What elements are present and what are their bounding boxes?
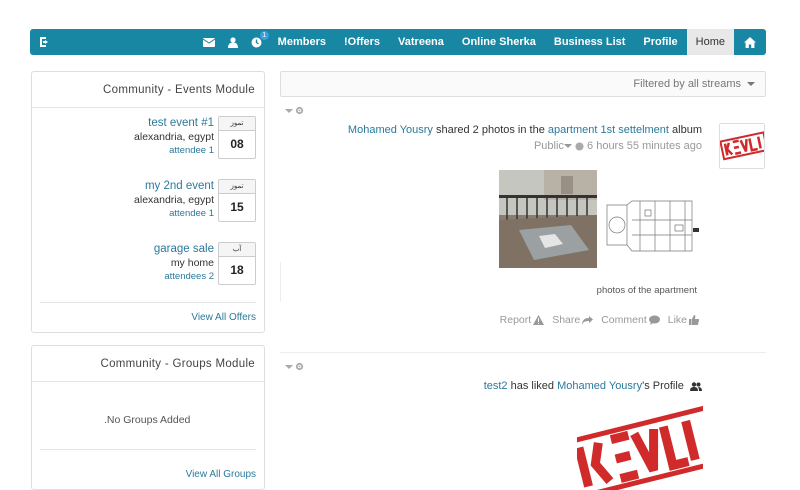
groups-module: Community - Groups Module .No Groups Add… xyxy=(31,345,265,490)
like-label: Like xyxy=(667,314,687,326)
event-date: تموز 08 xyxy=(218,116,256,159)
like-button[interactable]: Like xyxy=(668,314,699,326)
post-headline: Mohamed Yousry shared 2 photos in the ap… xyxy=(348,124,702,136)
nav-home[interactable]: Home xyxy=(686,29,734,55)
event-location: my home xyxy=(170,257,214,269)
nav-business-list[interactable]: Business List xyxy=(545,29,635,55)
event-attendees[interactable]: attendee 1 xyxy=(134,144,214,158)
event-location: alexandria, egypt xyxy=(134,194,214,206)
photo-caption: photos of the apartment xyxy=(596,285,697,296)
share-icon xyxy=(582,315,594,325)
view-all-offers-link[interactable]: View All Offers xyxy=(191,312,256,323)
chevron-down-icon xyxy=(747,82,755,86)
nav-profile[interactable]: Profile xyxy=(634,29,686,55)
logout-icon[interactable] xyxy=(30,29,60,55)
share-label: Share xyxy=(552,314,581,326)
post-actions: Report Share Comment Like xyxy=(500,314,699,326)
post-photo-balcony[interactable] xyxy=(499,170,597,268)
event-date: تموز 15 xyxy=(218,179,256,222)
globe-icon xyxy=(575,142,584,151)
post-photo-floorplan[interactable] xyxy=(605,170,703,268)
event-day: 15 xyxy=(230,200,244,214)
post-actor-link[interactable]: test2 xyxy=(484,380,508,392)
album-link[interactable]: apartment 1st settelment xyxy=(548,124,669,136)
event-name[interactable]: garage sale xyxy=(154,242,214,256)
post-headline: test2 has liked Mohamed Yousry's Profile xyxy=(484,380,702,392)
event-item: garage sale my home attendees 2 آب 18 xyxy=(154,242,256,285)
notifications-icon[interactable]: 1 xyxy=(245,29,269,55)
users-icon xyxy=(690,381,702,391)
avatar[interactable] xyxy=(719,123,765,169)
event-item: test event #1 alexandria, egypt attendee… xyxy=(134,116,256,159)
comment-label: Comment xyxy=(601,314,647,326)
post-action-text: has liked xyxy=(510,380,555,392)
privacy-selector[interactable]: Public xyxy=(534,140,564,152)
report-label: Report xyxy=(499,314,532,326)
events-module: Community - Events Module test event #1 … xyxy=(31,71,265,333)
divider xyxy=(280,262,281,302)
nav-members[interactable]: Members xyxy=(269,29,335,55)
profile-link[interactable]: Mohamed Yousry xyxy=(557,380,642,392)
gear-icon xyxy=(295,106,304,115)
stream-filter-label: Filtered by all streams xyxy=(633,78,741,90)
chevron-down-icon xyxy=(563,144,572,149)
post-options-control[interactable] xyxy=(285,362,304,371)
event-item: my 2nd event alexandria, egypt attendee … xyxy=(134,179,256,222)
event-month: آب xyxy=(219,243,255,257)
friends-icon[interactable] xyxy=(221,29,245,55)
gear-icon xyxy=(295,362,304,371)
stream-filter-dropdown[interactable]: Filtered by all streams xyxy=(280,71,766,97)
liked-profile-image[interactable] xyxy=(577,403,703,490)
warning-icon xyxy=(533,315,545,325)
chevron-down-icon xyxy=(285,364,293,369)
chevron-down-icon xyxy=(285,108,293,113)
event-date: آب 18 xyxy=(218,242,256,285)
comment-icon xyxy=(648,315,660,325)
view-all-groups-link[interactable]: View All Groups xyxy=(186,469,256,480)
notification-badge: 1 xyxy=(259,31,269,40)
post-meta: Public 6 hours 55 minutes ago xyxy=(534,140,702,152)
top-navbar: 1 Members !Offers Vatreena Online Sherka… xyxy=(30,29,766,55)
post-suffix: album xyxy=(672,124,702,136)
post-options-control[interactable] xyxy=(285,106,304,115)
report-button[interactable]: Report xyxy=(500,314,545,326)
event-month: تموز xyxy=(219,180,255,194)
event-day: 18 xyxy=(230,263,244,277)
post-action-text: shared 2 photos in the xyxy=(435,124,545,136)
event-month: تموز xyxy=(219,117,255,131)
post-suffix: 's Profile xyxy=(642,380,684,392)
event-name[interactable]: test event #1 xyxy=(134,116,214,130)
groups-empty-text: .No Groups Added xyxy=(104,414,191,426)
share-button[interactable]: Share xyxy=(552,314,594,326)
comment-button[interactable]: Comment xyxy=(601,314,660,326)
events-module-title: Community - Events Module xyxy=(32,72,264,108)
event-attendees[interactable]: attendees 2 xyxy=(154,270,214,284)
nav-offers[interactable]: !Offers xyxy=(335,29,389,55)
nav-vatreena[interactable]: Vatreena xyxy=(389,29,453,55)
event-location: alexandria, egypt xyxy=(134,131,214,143)
messages-icon[interactable] xyxy=(197,29,221,55)
event-day: 08 xyxy=(230,137,244,151)
divider xyxy=(40,302,256,303)
post-timestamp: 6 hours 55 minutes ago xyxy=(587,140,702,152)
post-actor-link[interactable]: Mohamed Yousry xyxy=(348,124,433,136)
event-name[interactable]: my 2nd event xyxy=(134,179,214,193)
thumbs-up-icon xyxy=(689,315,699,325)
home-icon[interactable] xyxy=(734,29,766,55)
nav-online-sherka[interactable]: Online Sherka xyxy=(453,29,545,55)
divider xyxy=(40,449,256,450)
event-attendees[interactable]: attendee 1 xyxy=(134,207,214,221)
post-divider xyxy=(280,352,766,353)
groups-module-title: Community - Groups Module xyxy=(32,346,264,382)
